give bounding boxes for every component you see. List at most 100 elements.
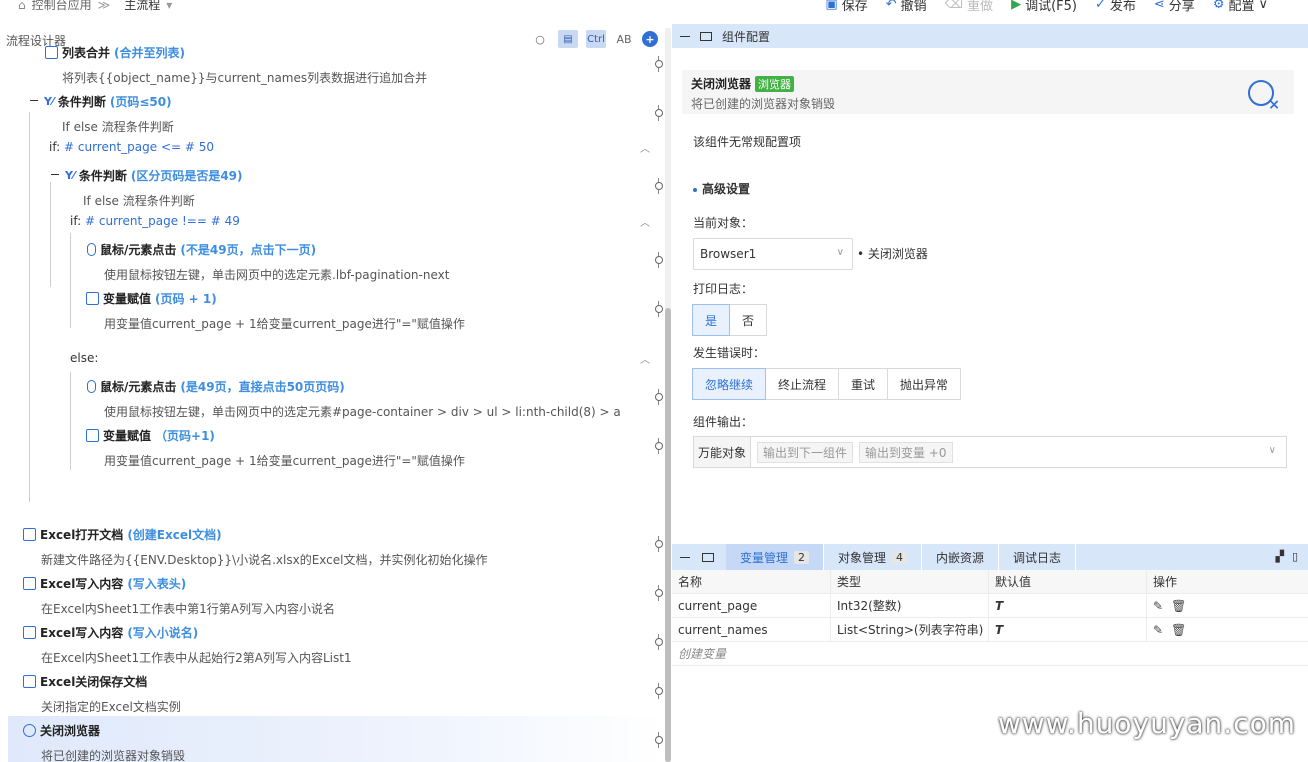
output-type: 万能对象 — [694, 437, 752, 467]
minimize-icon[interactable] — [680, 556, 690, 558]
else-branch[interactable]: else: — [70, 351, 98, 365]
node-pin-icon[interactable] — [654, 438, 664, 454]
chevron-down-icon[interactable]: ▾ — [166, 0, 172, 12]
bottom-panel-tools: ▞ ▯ — [1275, 550, 1298, 563]
branch-line — [70, 233, 71, 328]
flow-node[interactable]: Y⁄ 条件判断 (页码≤50) If else 流程条件判断 — [44, 93, 174, 135]
undo-icon: ↶ — [885, 0, 897, 12]
edit-icon[interactable]: ✎ — [1153, 623, 1163, 637]
window-icon[interactable] — [702, 552, 714, 562]
chevron-up-icon[interactable]: ︿ — [640, 140, 650, 155]
error-throw-button[interactable]: 抛出异常 — [887, 368, 962, 400]
variable-assign-icon — [86, 429, 99, 442]
multi-select-icon[interactable]: ▤ — [558, 30, 578, 48]
node-pin-icon[interactable] — [654, 389, 664, 405]
branch-line — [50, 182, 51, 287]
node-pin-icon[interactable] — [654, 105, 664, 121]
redo-button[interactable]: ⌫ 重做 — [945, 0, 993, 14]
save-button[interactable]: ▣ 保存 — [825, 0, 867, 14]
node-pin-icon[interactable] — [654, 585, 664, 601]
tab-resources[interactable]: 内嵌资源 — [922, 544, 1000, 570]
advanced-settings-title: 高级设置 — [693, 180, 750, 197]
error-ignore-button[interactable]: 忽略继续 — [692, 368, 767, 400]
tab-debug-log[interactable]: 调试日志 — [999, 544, 1077, 570]
flow-node[interactable]: Excel打开文档 (创建Excel文档) 新建文件路径为{{ENV.Deskto… — [23, 526, 488, 568]
chevron-down-icon: ∨ — [1258, 0, 1268, 12]
edit-icon[interactable]: ✎ — [1153, 599, 1163, 613]
excel-write-icon — [23, 626, 36, 639]
tab-variables[interactable]: 变量管理 2 — [726, 544, 825, 570]
scrollbar-thumb[interactable] — [665, 308, 671, 762]
spellcheck-icon[interactable]: AB — [614, 30, 634, 48]
node-pin-icon[interactable] — [654, 252, 664, 268]
chevron-up-icon[interactable]: ︿ — [640, 214, 650, 229]
bottom-panel-header: 变量管理 2 对象管理 4 内嵌资源 调试日志 ▞ ▯ — [672, 544, 1308, 570]
create-variable-button[interactable]: 创建变量 — [672, 642, 1308, 666]
browser-close-icon — [23, 724, 36, 737]
trash-icon[interactable]: 🗑 — [1171, 599, 1186, 613]
config-button[interactable]: ⚙ 配置 ∨ — [1213, 0, 1268, 14]
excel-close-icon — [23, 675, 36, 688]
component-card: 关闭浏览器 浏览器 将已创建的浏览器对象销毁 — [682, 70, 1294, 114]
node-pin-icon[interactable] — [654, 634, 664, 650]
flow-node-selected[interactable]: 关闭浏览器 将已创建的浏览器对象销毁 — [23, 722, 185, 762]
search-icon[interactable]: ○ — [530, 30, 550, 48]
output-label: 组件输出： — [693, 415, 754, 429]
phone-icon[interactable]: ▯ — [1292, 550, 1298, 563]
log-no-button[interactable]: 否 — [729, 304, 768, 336]
collapse-dash[interactable] — [51, 174, 59, 175]
flow-node[interactable]: Excel写入内容 (写入表头) 在Excel内Sheet1工作表中第1行第A列写… — [23, 575, 335, 617]
publish-button[interactable]: ✓ 发布 — [1095, 0, 1136, 14]
save-icon: ▣ — [825, 0, 838, 12]
node-pin-icon[interactable] — [654, 301, 664, 317]
breadcrumb-app[interactable]: 控制台应用 — [32, 0, 92, 13]
if-condition[interactable]: if: # current_page <= # 50 — [49, 140, 214, 154]
undo-button[interactable]: ↶ 撤销 — [886, 0, 927, 14]
flow-node[interactable]: 鼠标/元素点击 (不是49页，点击下一页) 使用鼠标按钮左键，单击网页中的选定元素… — [87, 241, 449, 283]
flow-node[interactable]: 变量赋值 (页码 + 1) 用变量值current_page + 1给变量curr… — [86, 290, 465, 332]
config-panel-title: 组件配置 — [722, 29, 771, 44]
node-pin-icon[interactable] — [654, 683, 664, 699]
layout-icon[interactable]: ▞ — [1275, 550, 1283, 563]
flow-node[interactable]: Excel写入内容 (写入小说名) 在Excel内Sheet1工作表中从起始行2第… — [23, 624, 352, 666]
flow-node[interactable]: Excel关闭保存文档 关闭指定的Excel文档实例 — [23, 673, 181, 715]
error-retry-button[interactable]: 重试 — [838, 368, 889, 400]
mouse-icon — [87, 380, 96, 393]
component-name: 关闭浏览器 — [691, 77, 752, 91]
share-button[interactable]: ⋖ 分享 — [1154, 0, 1195, 14]
window-icon[interactable] — [700, 31, 712, 41]
breadcrumb-current[interactable]: 主流程 — [124, 0, 160, 13]
flow-node[interactable]: 鼠标/元素点击 (是49页，直接点击50页页码) 使用鼠标按钮左键，单击网页中的选… — [87, 378, 621, 420]
table-row[interactable]: current_page Int32(整数) T ✎ 🗑 — [672, 594, 1308, 618]
add-icon[interactable]: + — [642, 31, 658, 47]
minimize-icon[interactable] — [680, 35, 690, 37]
node-pin-icon[interactable] — [654, 536, 664, 552]
flow-node[interactable]: 列表合并 (合并至列表) 将列表{{object_name}}与current_n… — [45, 44, 427, 86]
node-pin-icon[interactable] — [654, 178, 664, 194]
error-stop-button[interactable]: 终止流程 — [765, 368, 840, 400]
condition-icon: Y⁄ — [65, 169, 75, 182]
variable-table: 名称 类型 默认值 操作 current_page Int32(整数) T ✎ 🗑… — [672, 570, 1308, 666]
chevron-up-icon[interactable]: ︿ — [640, 351, 650, 366]
play-icon: ▶ — [1011, 0, 1022, 12]
flow-node[interactable]: 变量赋值 （页码+1) 用变量值current_page + 1给变量curren… — [86, 427, 465, 469]
designer-tools: ○ ▤ Ctrl AB + — [530, 30, 658, 48]
node-pin-icon[interactable] — [654, 732, 664, 748]
node-pin-icon[interactable] — [654, 56, 664, 72]
home-icon[interactable]: ⌂ — [18, 0, 26, 12]
debug-button[interactable]: ▶ 调试(F5) — [1011, 0, 1077, 14]
collapse-dash[interactable] — [30, 100, 38, 101]
config-panel-header: 组件配置 — [672, 24, 1308, 48]
flow-node[interactable]: Y⁄ 条件判断 (区分页码是否是49) If else 流程条件判断 — [65, 167, 243, 209]
current-object-select[interactable]: Browser1 ∨ — [693, 238, 853, 270]
variable-assign-icon — [86, 292, 99, 305]
error-label: 发生错误时： — [693, 346, 766, 360]
ctrl-icon[interactable]: Ctrl — [586, 30, 606, 48]
tab-objects[interactable]: 对象管理 4 — [824, 544, 923, 570]
component-badge: 浏览器 — [755, 75, 795, 92]
if-condition[interactable]: if: # current_page !== # 49 — [70, 214, 240, 228]
table-row[interactable]: current_names List<String>(列表字符串) T ✎ 🗑 — [672, 618, 1308, 642]
trash-icon[interactable]: 🗑 — [1171, 623, 1186, 637]
output-select[interactable]: 万能对象 输出到下一组件 输出到变量 +0 ∨ — [693, 436, 1287, 468]
log-yes-button[interactable]: 是 — [692, 304, 731, 336]
